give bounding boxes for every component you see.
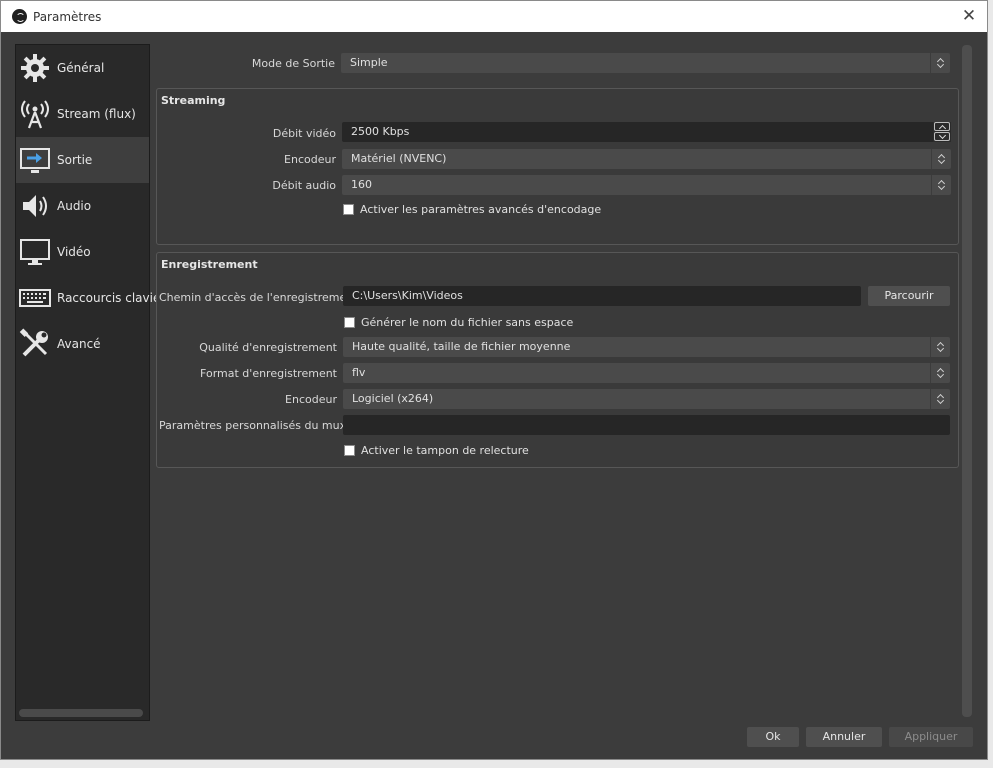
cancel-button[interactable]: Annuler (806, 727, 882, 747)
recording-format-select[interactable]: flv (343, 363, 950, 383)
tools-icon (19, 328, 48, 357)
recording-group-title: Enregistrement (161, 258, 258, 271)
output-settings-panel: Mode de Sortie Simple Streaming Débit vi… (151, 44, 963, 721)
settings-sidebar: Général Stream (flux) Sortie Audio Vidéo… (15, 44, 165, 721)
recording-quality-label: Qualité d'enregistrement (199, 341, 337, 354)
recording-path-input[interactable]: C:\Users\Kim\Videos (343, 286, 861, 306)
replay-buffer-label: Activer le tampon de relecture (361, 444, 529, 457)
gear-icon (21, 54, 49, 82)
sidebar-item-output[interactable]: Sortie (16, 137, 149, 183)
streaming-encoder-label: Encodeur (284, 153, 336, 166)
recording-group: Enregistrement Chemin d'accès de l'enreg… (156, 252, 959, 468)
audio-bitrate-value: 160 (351, 178, 372, 191)
chevron-updown-icon (931, 149, 951, 169)
recording-path-value: C:\Users\Kim\Videos (352, 289, 463, 302)
sidebar-item-label: Audio (57, 199, 92, 213)
ok-button[interactable]: Ok (747, 727, 799, 747)
audio-bitrate-label: Débit audio (272, 179, 336, 192)
antenna-icon (21, 100, 49, 129)
streaming-encoder-value: Matériel (NVENC) (351, 152, 447, 165)
chevron-updown-icon (931, 175, 951, 195)
monitor-icon (20, 239, 50, 265)
sidebar-item-label: Général (57, 61, 105, 75)
recording-path-label: Chemin d'accès de l'enregistrement (159, 291, 358, 304)
recording-encoder-value: Logiciel (x264) (352, 392, 434, 405)
chevron-updown-icon (930, 389, 950, 409)
content-vertical-scrollbar[interactable] (962, 45, 972, 717)
checkbox-box[interactable] (344, 317, 355, 328)
video-bitrate-label: Débit vidéo (272, 127, 336, 140)
sidebar-item-label: Avancé (57, 337, 101, 351)
audio-bitrate-select[interactable]: 160 (342, 175, 951, 195)
title-bar: Paramètres ✕ (1, 1, 987, 32)
streaming-encoder-select[interactable]: Matériel (NVENC) (342, 149, 951, 169)
sidebar-item-advanced[interactable]: Avancé (16, 321, 149, 367)
sidebar-item-label: Vidéo (57, 245, 91, 259)
speaker-icon (23, 195, 47, 217)
sidebar-item-video[interactable]: Vidéo (16, 229, 149, 275)
recording-format-label: Format d'enregistrement (200, 367, 337, 380)
checkbox-box[interactable] (344, 445, 355, 456)
muxer-settings-label: Paramètres personnalisés du muxer (159, 419, 358, 432)
recording-encoder-label: Encodeur (285, 393, 337, 406)
muxer-settings-input[interactable] (343, 415, 950, 435)
close-icon[interactable]: ✕ (961, 7, 977, 25)
checkbox-box[interactable] (343, 204, 354, 215)
output-mode-select[interactable]: Simple (341, 53, 950, 73)
sidebar-item-general[interactable]: Général (16, 45, 149, 91)
output-mode-label: Mode de Sortie (251, 57, 335, 70)
advanced-encoding-label: Activer les paramètres avancés d'encodag… (360, 203, 602, 216)
recording-quality-select[interactable]: Haute qualité, taille de fichier moyenne (343, 337, 950, 357)
sidebar-item-audio[interactable]: Audio (16, 183, 149, 229)
chevron-down-icon[interactable] (934, 132, 950, 141)
sidebar-item-label: Sortie (57, 153, 93, 167)
recording-encoder-select[interactable]: Logiciel (x264) (343, 389, 950, 409)
sidebar-item-label: Raccourcis clavier (57, 291, 166, 305)
spinbox-buttons[interactable] (933, 122, 951, 142)
streaming-group: Streaming Débit vidéo 2500 Kbps Encodeur… (156, 88, 959, 245)
recording-format-value: flv (352, 366, 366, 379)
streaming-group-title: Streaming (161, 94, 226, 107)
sidebar-item-label: Stream (flux) (57, 107, 136, 121)
sidebar-item-hotkeys[interactable]: Raccourcis clavier (16, 275, 165, 321)
sidebar-item-stream[interactable]: Stream (flux) (16, 91, 149, 137)
settings-window: Paramètres ✕ Général Stream (flux) Sorti… (0, 0, 988, 760)
obs-logo-icon (12, 9, 27, 24)
video-bitrate-value: 2500 Kbps (351, 125, 410, 138)
chevron-up-icon[interactable] (934, 122, 950, 131)
output-mode-value: Simple (350, 56, 388, 69)
recording-quality-value: Haute qualité, taille de fichier moyenne (352, 340, 571, 353)
keyboard-icon (19, 289, 51, 307)
video-bitrate-spinbox[interactable]: 2500 Kbps (342, 122, 951, 142)
no-space-filename-label: Générer le nom du fichier sans espace (361, 316, 574, 329)
chevron-updown-icon (930, 53, 950, 73)
chevron-updown-icon (930, 363, 950, 383)
sidebar-horizontal-scrollbar[interactable] (19, 709, 143, 717)
apply-button[interactable]: Appliquer (889, 727, 973, 747)
output-icon (20, 148, 50, 173)
browse-button[interactable]: Parcourir (868, 286, 950, 306)
chevron-updown-icon (930, 337, 950, 357)
window-title: Paramètres (33, 10, 102, 24)
